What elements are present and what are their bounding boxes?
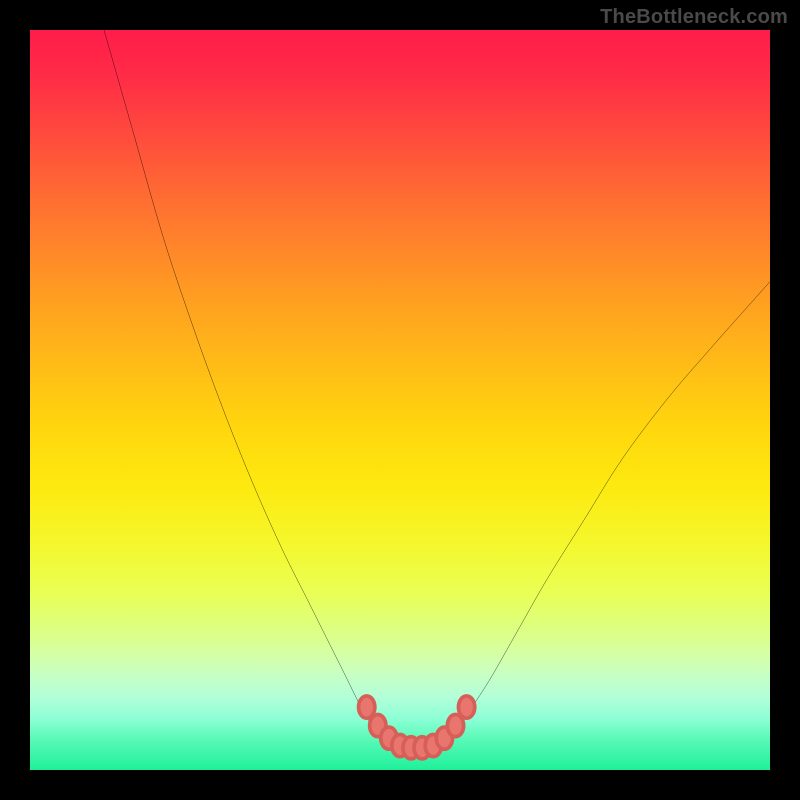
watermark-text: TheBottleneck.com	[600, 6, 788, 29]
curve-marker	[458, 696, 474, 718]
curve-svg	[30, 30, 770, 770]
marker-group	[359, 696, 475, 759]
bottleneck-curve	[104, 30, 770, 748]
chart-frame: TheBottleneck.com	[0, 0, 800, 800]
plot-area	[30, 30, 770, 770]
